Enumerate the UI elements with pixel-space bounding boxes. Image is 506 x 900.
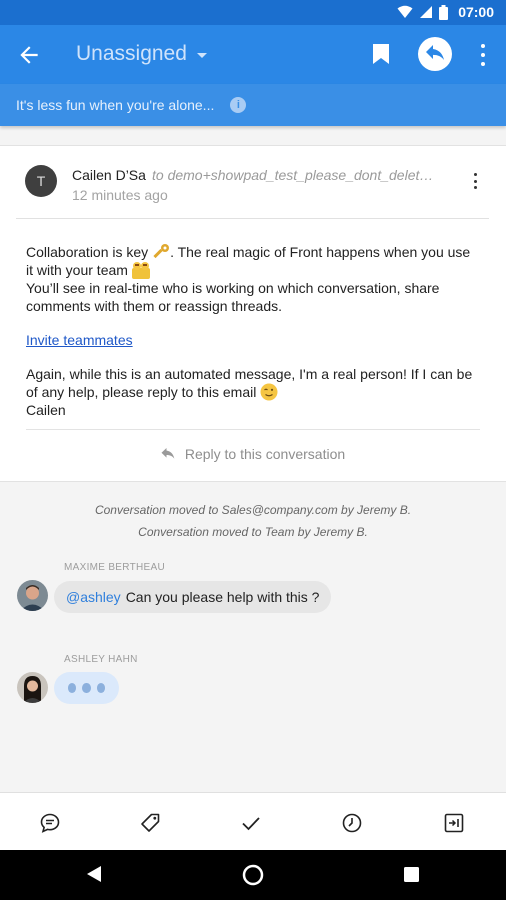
nav-back-icon[interactable] xyxy=(86,865,102,883)
bookmark-icon[interactable] xyxy=(372,43,390,65)
wink-emoji-icon xyxy=(260,383,278,401)
comment-bubble: @ashley Can you please help with this ? xyxy=(54,581,332,613)
check-icon[interactable] xyxy=(240,812,262,834)
more-vert-icon[interactable] xyxy=(478,44,488,66)
nav-recents-icon[interactable] xyxy=(404,867,419,882)
team-emoji-icon xyxy=(131,262,150,279)
comment-icon[interactable] xyxy=(39,812,61,834)
message-body: Collaboration is key . The real magic of… xyxy=(26,243,476,419)
body-line-1a: Collaboration is key xyxy=(26,244,153,260)
app-bar: Unassigned xyxy=(0,25,506,84)
key-emoji-icon xyxy=(153,244,170,259)
info-icon[interactable]: i xyxy=(230,97,247,113)
reply-arrow-icon xyxy=(161,448,175,459)
wifi-icon xyxy=(397,5,413,18)
avatar xyxy=(17,672,48,703)
inbox-title: Unassigned xyxy=(76,42,187,65)
message-card: T Cailen D’Sa to demo+showpad_test_pleas… xyxy=(0,145,506,482)
mention[interactable]: @ashley xyxy=(66,589,121,605)
signal-icon xyxy=(420,6,433,18)
assign-icon[interactable] xyxy=(443,812,465,834)
back-arrow-icon[interactable] xyxy=(16,42,42,68)
activity-event: Conversation moved to Team by Jeremy B. xyxy=(138,525,368,539)
snooze-clock-icon[interactable] xyxy=(341,812,363,834)
signature: Cailen xyxy=(26,402,66,418)
tag-icon[interactable] xyxy=(139,812,161,834)
nav-home-icon[interactable] xyxy=(242,864,264,886)
system-nav-bar xyxy=(0,850,506,900)
bottom-action-bar xyxy=(0,792,506,850)
activity-event: Conversation moved to Sales@company.com … xyxy=(94,503,412,517)
invite-banner[interactable]: It's less fun when you're alone... i xyxy=(0,84,506,126)
typing-dot xyxy=(68,683,77,693)
divider xyxy=(26,429,480,430)
recipient: to demo+showpad_test_please_dont_delete@… xyxy=(152,167,434,183)
sender-name: Cailen D’Sa xyxy=(72,167,146,183)
comment-author: MAXIME BERTHEAU xyxy=(64,562,165,573)
typing-dot xyxy=(96,683,105,693)
message-time: 12 minutes ago xyxy=(72,187,168,203)
chevron-down-icon xyxy=(196,53,207,58)
message-more-icon[interactable] xyxy=(472,173,478,189)
clock: 07:00 xyxy=(458,4,494,20)
battery-icon xyxy=(439,4,449,20)
avatar xyxy=(17,580,48,611)
comment-text: Can you please help with this ? xyxy=(125,589,320,605)
reply-to-conversation-button[interactable]: Reply to this conversation xyxy=(0,446,506,462)
status-bar: 07:00 xyxy=(0,0,506,25)
banner-text: It's less fun when you're alone... xyxy=(16,97,215,113)
comment-author: ASHLEY HAHN xyxy=(64,654,138,665)
body-line-2: You’ll see in real-time who is working o… xyxy=(26,280,440,314)
divider xyxy=(16,218,489,219)
status-icons: 07:00 xyxy=(397,4,494,20)
body-line-3: Again, while this is an automated messag… xyxy=(26,366,473,400)
typing-dot xyxy=(82,683,91,693)
reply-button[interactable] xyxy=(418,37,452,71)
typing-indicator xyxy=(54,672,119,704)
sender-avatar: T xyxy=(25,165,57,197)
invite-teammates-link[interactable]: Invite teammates xyxy=(26,332,133,348)
reply-label: Reply to this conversation xyxy=(184,446,346,462)
inbox-selector[interactable]: Unassigned xyxy=(76,42,207,66)
reply-icon xyxy=(426,45,444,60)
